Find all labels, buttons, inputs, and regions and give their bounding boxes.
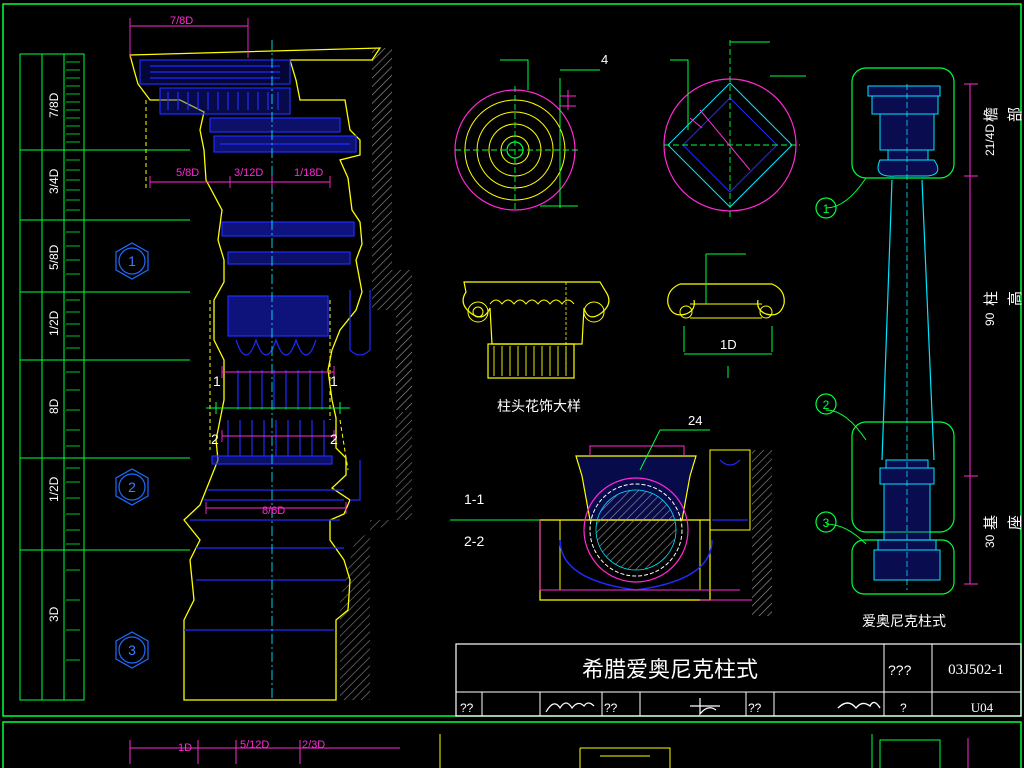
section-mark-2b: 2: [330, 431, 338, 447]
section-mark-1b: 1: [330, 373, 338, 389]
bottom-dim-3: 2/3D: [302, 739, 325, 751]
right-side-label-1: 21/4D: [983, 124, 997, 156]
title-block-atlas-no: 03J502-1: [948, 662, 1004, 678]
side-label-5: 8D: [47, 398, 61, 414]
right-marker-3-label: 3: [823, 516, 830, 530]
side-label-4: 1/2D: [47, 310, 61, 336]
right-marker-1-label: 1: [823, 202, 830, 216]
drawing-background: [0, 0, 1024, 768]
right-side-word-6: 座: [1007, 515, 1024, 530]
bottom-dim-2: 5/12D: [240, 739, 269, 751]
side-label-3: 5/8D: [47, 244, 61, 270]
title-block-field-2: ??: [604, 701, 618, 715]
dim-label-5-8d: 5/8D: [176, 167, 199, 179]
side-label-7: 3D: [47, 606, 61, 622]
right-side-word-4: 高: [1007, 291, 1024, 306]
right-side-word-1: 檐: [983, 107, 1000, 122]
circle-marker-1-label: 1: [128, 253, 136, 269]
bottom-dim-1: 1D: [178, 742, 192, 754]
right-side-word-2: 部: [1007, 107, 1024, 122]
circle-marker-3-label: 3: [128, 642, 136, 658]
right-marker-2-label: 2: [823, 398, 830, 412]
section-dim-label: 24: [688, 413, 702, 428]
section-label-1-1: 1-1: [464, 491, 484, 507]
side-label-6: 1/2D: [47, 476, 61, 502]
title-block-title: 希腊爱奥尼克柱式: [582, 657, 758, 682]
side-label-1: 7/8D: [47, 92, 61, 118]
right-caption: 爱奥尼克柱式: [862, 613, 946, 629]
right-side-word-5: 基: [983, 515, 1000, 530]
dim-label-3-12d: 3/12D: [234, 167, 263, 179]
section-label-2-2: 2-2: [464, 533, 484, 549]
right-side-label-3: 30: [983, 534, 997, 548]
right-side-label-2: 90: [983, 312, 997, 326]
plan-dim-label: 4: [601, 52, 608, 67]
cad-drawing-canvas: 7/8D 3/4D 5/8D 1/2D 8D 1/2D 3D 1 2 3 7/8…: [0, 0, 1024, 768]
top-dim-label: 7/8D: [170, 15, 193, 27]
title-block-field-3: ??: [748, 701, 762, 715]
right-side-word-3: 柱: [983, 291, 1000, 306]
dim-label-1-18d: 1/18D: [294, 167, 323, 179]
circle-marker-2-label: 2: [128, 479, 136, 495]
base-dim-label: 8/6D: [262, 505, 285, 517]
capital-caption: 柱头花饰大样: [497, 398, 581, 414]
side-label-2: 3/4D: [47, 168, 61, 194]
section-mark-2a: 2: [211, 431, 219, 447]
title-block-page-no: U04: [971, 700, 994, 715]
section-mark-1a: 1: [213, 373, 221, 389]
capital-dim-label: 1D: [720, 337, 737, 352]
title-block-field-4: ?: [900, 701, 907, 715]
title-block-col-mark: ???: [888, 662, 912, 678]
title-block-field-1: ??: [460, 701, 474, 715]
